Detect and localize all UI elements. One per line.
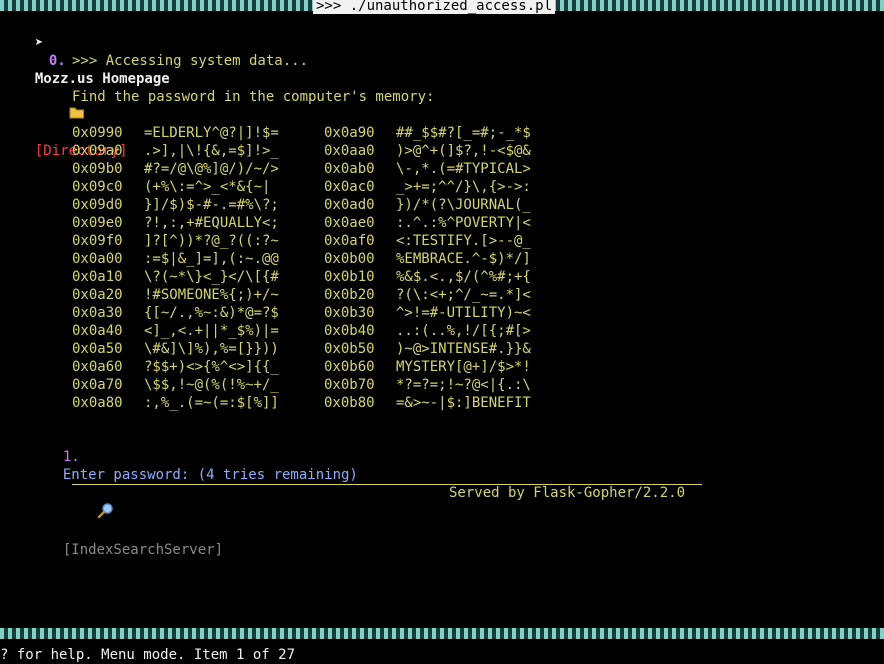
- memory-data: _>+=;^^/}\,{>->:: [396, 179, 531, 195]
- memory-address: 0x0ae0: [324, 215, 375, 231]
- memory-data: :=$|&_]=],(:~.@@: [144, 251, 279, 267]
- memory-dump: 0x0990 =ELDERLY^@?|]!$= 0x0a90 ##_$$#?[_=#;…: [72, 124, 576, 412]
- memory-data: ?$$+)<>{%^<>]{{_: [144, 359, 279, 375]
- memory-row: 0x0a60 ?$$+)<>{%^<>]{{_ 0x0b60 MYSTERY[@+]/…: [72, 358, 576, 376]
- memory-address: 0x0a40: [72, 323, 123, 339]
- memory-data: ?!,:,+#EQUALLY<;: [144, 215, 279, 231]
- memory-row: 0x09f0 ]?[^))*?@_?((:?~ 0x0af0 <:TESTIFY.[>…: [72, 232, 576, 250]
- memory-data: #?=/@\@%]@/)/~/>: [144, 161, 279, 177]
- memory-row: 0x0a40 <]_,<.+||*_$%)|= 0x0b40 ..:(..%,!/[{…: [72, 322, 576, 340]
- memory-address: 0x0ac0: [324, 179, 375, 195]
- menu-item-label: Mozz.us Homepage: [34, 71, 170, 87]
- memory-data: *?=?=;!~?@<|{.:\: [396, 377, 531, 393]
- memory-address: 0x0a30: [72, 305, 123, 321]
- memory-address: 0x0ad0: [324, 197, 375, 213]
- memory-data: (+%\:=^>_<*&{~|: [144, 179, 271, 195]
- memory-row: 0x09b0 #?=/@\@%]@/)/~/> 0x0ab0 \-,*.(=#TYPI…: [72, 160, 576, 178]
- memory-data: .>],|\!{&,=$]!>_: [144, 143, 279, 159]
- memory-address: 0x0b20: [324, 287, 375, 303]
- memory-address: 0x09f0: [72, 233, 123, 249]
- cursor-arrow-icon: ➤: [34, 35, 44, 51]
- memory-data: \#&]\]%),%=[}})): [144, 341, 279, 357]
- memory-address: 0x0b50: [324, 341, 375, 357]
- memory-row: 0x09c0 (+%\:=^>_<*&{~| 0x0ac0 _>+=;^^/}\,{>…: [72, 178, 576, 196]
- memory-data: :,%_.(=~(=:$[%]]: [144, 395, 279, 411]
- memory-address: 0x0a00: [72, 251, 123, 267]
- memory-data: MYSTERY[@+]/$>*!: [396, 359, 531, 375]
- memory-data: })/*(?\JOURNAL(_: [396, 197, 531, 213]
- memory-data: \$$,!~@(%(!%~+/_: [144, 377, 279, 393]
- memory-address: 0x09a0: [72, 143, 123, 159]
- memory-address: 0x09c0: [72, 179, 123, 195]
- memory-address: 0x0a80: [72, 395, 123, 411]
- memory-address: 0x0a60: [72, 359, 123, 375]
- window-title: >>> ./unauthorized_access.pl: [313, 0, 556, 14]
- memory-row: 0x0a50 \#&]\]%),%=[}})) 0x0b50 )~@>INTENSE#…: [72, 340, 576, 358]
- memory-row: 0x09a0 .>],|\!{&,=$]!>_ 0x0aa0 )>@^+(]$?,!-…: [72, 142, 576, 160]
- menu-item-label: Enter password: (4 tries remaining): [62, 467, 358, 483]
- memory-data: <]_,<.+||*_$%)|=: [144, 323, 279, 339]
- password-prompt: Find the password in the computer's memo…: [72, 89, 435, 105]
- status-line: ? for help. Menu mode. Item 1 of 27: [0, 646, 884, 664]
- memory-data: \?(~*\}<_}</\[{#: [144, 269, 279, 285]
- memory-address: 0x0b80: [324, 395, 375, 411]
- memory-data: %&$.<.,$/(^%#;+{: [396, 269, 531, 285]
- memory-data: :.^.:%^POVERTY|<: [396, 215, 531, 231]
- memory-data: \-,*.(=#TYPICAL>: [396, 161, 531, 177]
- memory-address: 0x0b00: [324, 251, 375, 267]
- accessing-message: >>> Accessing system data...: [72, 53, 309, 69]
- memory-address: 0x0b40: [324, 323, 375, 339]
- memory-data: )~@>INTENSE#.}}&: [396, 341, 531, 357]
- magnifier-icon: [63, 484, 115, 541]
- memory-address: 0x0a70: [72, 377, 123, 393]
- memory-row: 0x0990 =ELDERLY^@?|]!$= 0x0a90 ##_$$#?[_=#;…: [72, 124, 576, 142]
- memory-row: 0x09d0 }]/$)$-#-.=#%\?; 0x0ad0 })/*(?\JOURN…: [72, 196, 576, 214]
- memory-address: 0x0b70: [324, 377, 375, 393]
- memory-address: 0x0b10: [324, 269, 375, 285]
- memory-address: 0x0990: [72, 125, 123, 141]
- memory-address: 0x09d0: [72, 197, 123, 213]
- menu-item-type: [IndexSearchServer]: [62, 542, 224, 558]
- memory-data: ]?[^))*?@_?((:?~: [144, 233, 279, 249]
- bottom-border-bar: [0, 628, 884, 639]
- memory-data: =ELDERLY^@?|]!$=: [144, 125, 279, 141]
- memory-address: 0x0a50: [72, 341, 123, 357]
- memory-data: )>@^+(]$?,!-<$@&: [396, 143, 531, 159]
- memory-data: ##_$$#?[_=#;-_*$: [396, 125, 531, 141]
- memory-data: ?(\:<+;^/_~=.*]<: [396, 287, 531, 303]
- served-by: Served by Flask-Gopher/2.2.0: [449, 485, 686, 501]
- menu-item-number: 0.: [48, 53, 66, 69]
- memory-row: 0x0a10 \?(~*\}<_}</\[{# 0x0b10 %&$.<.,$/(^%…: [72, 268, 576, 286]
- memory-data: %EMBRACE.^-$)*/]: [396, 251, 531, 267]
- memory-row: 0x0a80 :,%_.(=~(=:$[%]] 0x0b80 =&>~-|$:]BEN…: [72, 394, 576, 412]
- memory-row: 0x0a30 {[~/.,%~:&)*@=?$ 0x0b30 ^>!=#-UTILIT…: [72, 304, 576, 322]
- memory-data: ^>!=#-UTILITY)~<: [396, 305, 531, 321]
- memory-address: 0x0b30: [324, 305, 375, 321]
- memory-row: 0x0a70 \$$,!~@(%(!%~+/_ 0x0b70 *?=?=;!~?@<|…: [72, 376, 576, 394]
- memory-row: 0x0a20 !#SOMEONE%{;)+/~ 0x0b20 ?(\:<+;^/_~=…: [72, 286, 576, 304]
- memory-address: 0x0b60: [324, 359, 375, 375]
- memory-address: 0x0aa0: [324, 143, 375, 159]
- memory-address: 0x0af0: [324, 233, 375, 249]
- menu-item-number: 1.: [62, 449, 80, 465]
- menu-item-password-search[interactable]: 1. Enter password: (4 tries remaining) […: [46, 430, 358, 559]
- memory-address: 0x0a10: [72, 269, 123, 285]
- memory-address: 0x09b0: [72, 161, 123, 177]
- memory-address: 0x09e0: [72, 215, 123, 231]
- memory-row: 0x0a00 :=$|&_]=],(:~.@@ 0x0b00 %EMBRACE.^-$…: [72, 250, 576, 268]
- memory-address: 0x0ab0: [324, 161, 375, 177]
- memory-data: {[~/.,%~:&)*@=?$: [144, 305, 279, 321]
- memory-address: 0x0a20: [72, 287, 123, 303]
- memory-data: ..:(..%,!/[{;#[>: [396, 323, 531, 339]
- memory-data: !#SOMEONE%{;)+/~: [144, 287, 279, 303]
- memory-data: =&>~-|$:]BENEFIT: [396, 395, 531, 411]
- memory-address: 0x0a90: [324, 125, 375, 141]
- memory-data: }]/$)$-#-.=#%\?;: [144, 197, 279, 213]
- memory-row: 0x09e0 ?!,:,+#EQUALLY<; 0x0ae0 :.^.:%^POVER…: [72, 214, 576, 232]
- memory-data: <:TESTIFY.[>--@_: [396, 233, 531, 249]
